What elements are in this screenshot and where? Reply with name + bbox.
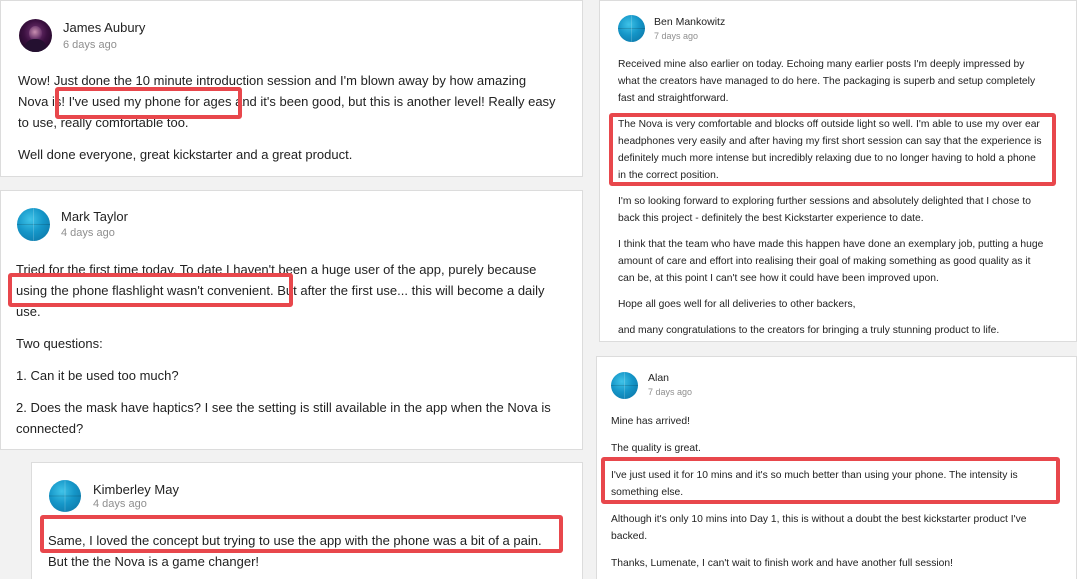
avatar[interactable] — [19, 19, 52, 52]
comment-line: something else. — [611, 487, 684, 498]
comment-text: Mine has arrived! The quality is great. … — [611, 413, 1076, 572]
comment-line: amount of care and effort into realising… — [618, 256, 1031, 267]
comment-card-ben-mankowitz: Ben Mankowitz 7 days ago Received mine a… — [599, 0, 1077, 342]
comment-card-james-aubury: James Aubury 6 days ago Wow! Just done t… — [0, 0, 583, 177]
comment-line: to use, really comfortable too. — [18, 115, 189, 130]
avatar[interactable] — [618, 15, 645, 42]
commenter-name[interactable]: James Aubury — [63, 20, 145, 35]
comment-line: Well done everyone, great kickstarter an… — [18, 147, 353, 162]
comment-line: Wow! Just done the 10 minute introductio… — [18, 73, 527, 88]
comment-line: Mine has arrived! — [611, 416, 690, 427]
comment-text: Tried for the first time today. To date … — [16, 259, 582, 439]
comment-line: using the phone flashlight wasn't conven… — [16, 283, 545, 298]
comment-timestamp: 4 days ago — [61, 227, 115, 239]
comment-line: back this project - definitely the best … — [618, 213, 924, 224]
comment-line: Although it's only 10 mins into Day 1, t… — [611, 514, 1027, 525]
comment-line: can be, at this point I can't see how it… — [618, 273, 939, 284]
comment-line: definitely much more intense but incredi… — [618, 153, 1036, 164]
comment-text: Same, I loved the concept but trying to … — [48, 530, 578, 572]
comment-line: The quality is great. — [611, 443, 701, 454]
comment-line: connected? — [16, 421, 84, 436]
comment-card-alan: Alan 7 days ago Mine has arrived! The qu… — [596, 356, 1077, 579]
comment-line: But the the Nova is a game changer! — [48, 554, 260, 569]
comment-line: fast and straightforward. — [618, 93, 729, 104]
comment-line: in the correct position. — [618, 170, 719, 181]
comment-line: I've just used it for 10 mins and it's s… — [611, 470, 1018, 481]
avatar[interactable] — [611, 372, 638, 399]
comment-timestamp: 7 days ago — [654, 31, 699, 41]
comment-line: Received mine also earlier on today. Ech… — [618, 59, 1025, 70]
comment-line: Nova is! I've used my phone for ages and… — [18, 94, 556, 109]
comment-line: headphones very easily and after having … — [618, 136, 1042, 147]
comment-timestamp: 7 days ago — [648, 387, 693, 397]
commenter-name[interactable]: Kimberley May — [93, 482, 179, 497]
comment-line: and many congratulations to the creators… — [618, 325, 1000, 336]
avatar[interactable] — [17, 208, 50, 241]
comment-timestamp: 6 days ago — [63, 39, 117, 51]
comment-line: Hope all goes well for all deliveries to… — [618, 299, 856, 310]
comment-text: Wow! Just done the 10 minute introductio… — [18, 70, 582, 165]
comment-line: Thanks, Lumenate, I can't wait to finish… — [611, 558, 953, 569]
comment-line: what the creators have managed to do her… — [618, 76, 1036, 87]
comment-line: 2. Does the mask have haptics? I see the… — [16, 400, 551, 415]
comment-timestamp: 4 days ago — [93, 498, 147, 510]
comment-line: use. — [16, 304, 41, 319]
comment-card-mark-taylor: Mark Taylor 4 days ago Tried for the fir… — [0, 190, 583, 450]
comment-line: backed. — [611, 531, 648, 542]
comment-text: Received mine also earlier on today. Ech… — [618, 56, 1076, 339]
comment-line: I think that the team who have made this… — [618, 239, 1044, 250]
comment-line: Tried for the first time today. To date … — [16, 262, 537, 277]
comment-line: The Nova is very comfortable and blocks … — [618, 119, 1040, 130]
commenter-name[interactable]: Alan — [648, 372, 669, 384]
comment-line: Two questions: — [16, 336, 103, 351]
reply-card-kimberley-may: Kimberley May 4 days ago Same, I loved t… — [31, 462, 583, 579]
avatar[interactable] — [49, 480, 81, 512]
commenter-name[interactable]: Ben Mankowitz — [654, 16, 725, 28]
comment-line: I'm so looking forward to exploring furt… — [618, 196, 1031, 207]
comment-line: 1. Can it be used too much? — [16, 368, 179, 383]
commenter-name[interactable]: Mark Taylor — [61, 209, 128, 224]
comment-line: Same, I loved the concept but trying to … — [48, 533, 542, 548]
